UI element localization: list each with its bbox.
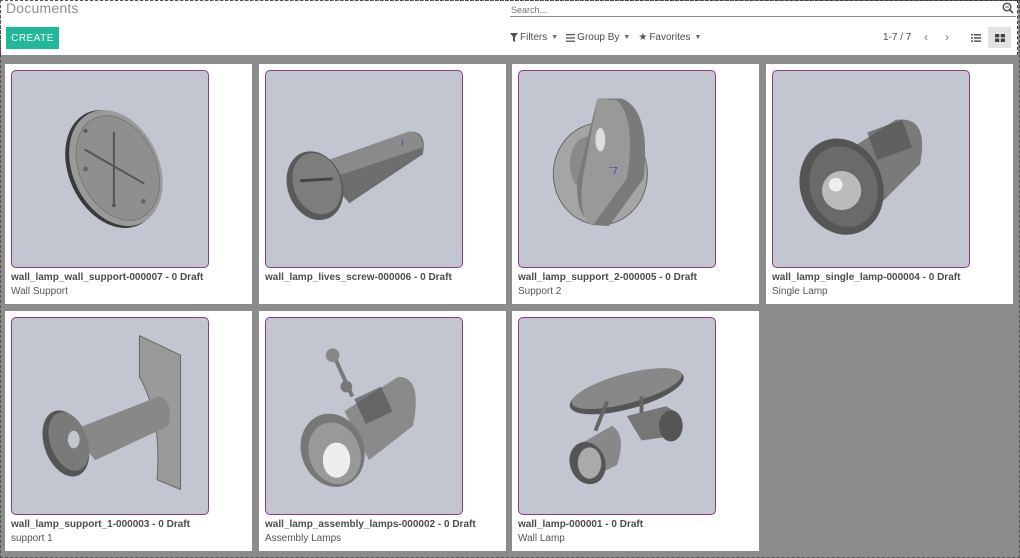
kanban-view-button[interactable] [988, 27, 1011, 48]
card-name: wall_lamp_support_2-000005 - 0 Draft [518, 272, 697, 283]
wall-support-disc-image [65, 110, 163, 228]
caret-down-icon: ▼ [551, 34, 559, 41]
pager-value: 1-7 / 7 [883, 32, 912, 43]
svg-text:ι: ι [401, 137, 403, 148]
svg-text:ˉ7: ˉ7 [609, 166, 618, 177]
caret-down-icon: ▼ [623, 34, 631, 41]
card-description: Support 2 [518, 286, 562, 297]
star-icon: ★ [638, 32, 648, 43]
favorites-label: Favorites [649, 32, 691, 43]
card-thumbnail: ι [265, 70, 463, 268]
search-input[interactable] [510, 3, 991, 17]
kanban-card[interactable]: wall_lamp-000001 - 0 Draft Wall Lamp [512, 311, 759, 551]
list-view-icon [970, 33, 981, 42]
card-description: Single Lamp [772, 286, 828, 297]
card-thumbnail [11, 317, 209, 515]
card-description: Wall Lamp [518, 533, 565, 544]
kanban-card[interactable]: wall_lamp_single_lamp-000004 - 0 Draft S… [766, 64, 1013, 304]
lives-screw-image: ι [286, 131, 424, 221]
control-panel: Documents CREATE Filters ▼ Group By ▼ ★ … [0, 0, 1018, 55]
card-thumbnail [772, 70, 970, 268]
group-by-dropdown[interactable]: Group By ▼ [566, 32, 630, 43]
card-name: wall_lamp_support_1-000003 - 0 Draft [11, 519, 190, 530]
card-name: wall_lamp_single_lamp-000004 - 0 Draft [772, 272, 961, 283]
search-options: Filters ▼ Group By ▼ ★ Favorites ▼ [510, 32, 701, 43]
card-name: wall_lamp_assembly_lamps-000002 - 0 Draf… [265, 519, 476, 530]
filters-label: Filters [520, 32, 548, 43]
create-button[interactable]: CREATE [6, 27, 59, 49]
chevron-left-icon: ‹ [924, 30, 928, 44]
single-lamp-image [799, 119, 923, 235]
wall-lamp-image [569, 368, 684, 485]
filter-icon [510, 33, 518, 42]
group-by-label: Group By [577, 32, 620, 43]
card-description: Wall Support [11, 286, 68, 297]
card-description: Assembly Lamps [265, 533, 342, 544]
search-icon[interactable] [1002, 1, 1014, 14]
kanban-card[interactable]: wall_lamp_support_1-000003 - 0 Draft sup… [5, 311, 252, 551]
support-1-image [42, 334, 182, 491]
list-view-button[interactable] [964, 27, 987, 48]
card-name: wall_lamp-000001 - 0 Draft [518, 519, 644, 530]
card-thumbnail: ˉ7 [518, 70, 716, 268]
chevron-right-icon: › [945, 30, 949, 44]
kanban-card[interactable]: ι wall_lamp_lives_screw-000006 - 0 Draft [259, 64, 506, 304]
card-thumbnail [11, 70, 209, 268]
card-name: wall_lamp_wall_support-000007 - 0 Draft [11, 272, 204, 283]
pager-next-button[interactable]: › [940, 30, 954, 44]
assembly-lamps-image [300, 348, 416, 487]
card-name: wall_lamp_lives_screw-000006 - 0 Draft [265, 272, 452, 283]
kanban-card[interactable]: wall_lamp_assembly_lamps-000002 - 0 Draf… [259, 311, 506, 551]
filters-dropdown[interactable]: Filters ▼ [510, 32, 558, 43]
page-title: Documents [6, 0, 79, 16]
favorites-dropdown[interactable]: ★ Favorites ▼ [638, 32, 701, 43]
card-thumbnail [265, 317, 463, 515]
support-2-image: ˉ7 [552, 98, 648, 226]
kanban-card[interactable]: ˉ7 wall_lamp_support_2-000005 - 0 Draft … [512, 64, 759, 304]
kanban-view-icon [994, 33, 1005, 42]
list-icon [566, 33, 576, 42]
search-bar [510, 0, 1016, 17]
kanban-card[interactable]: wall_lamp_wall_support-000007 - 0 Draft … [5, 64, 252, 304]
pager-previous-button[interactable]: ‹ [919, 30, 933, 44]
caret-down-icon: ▼ [694, 34, 702, 41]
card-description: support 1 [11, 533, 53, 544]
card-thumbnail [518, 317, 716, 515]
